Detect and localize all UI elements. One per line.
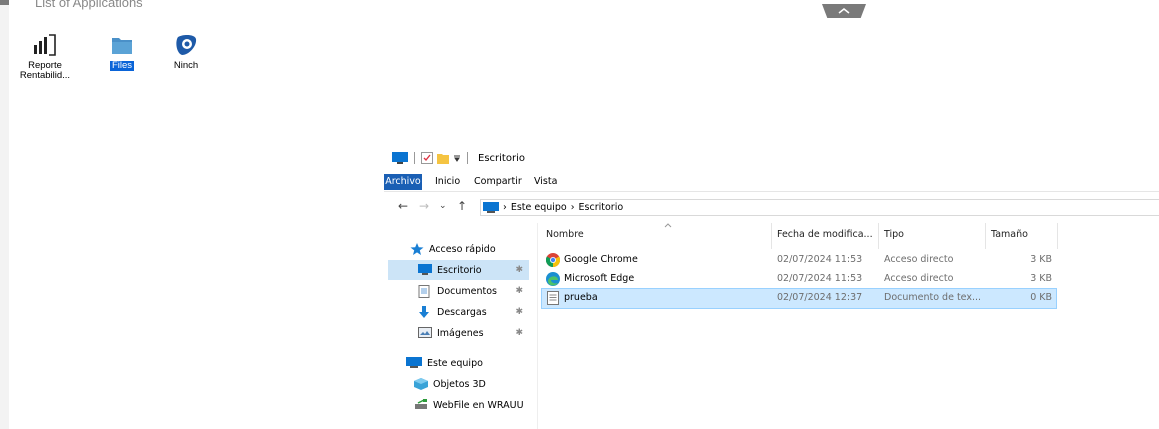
file-row-google-chrome[interactable]: Google Chrome 02/07/2024 11:53 Acceso di… xyxy=(542,251,1056,270)
column-divider[interactable] xyxy=(878,223,879,249)
pin-icon[interactable]: ✱ xyxy=(515,265,523,275)
app-label: Reporte Rentabilid... xyxy=(19,60,71,81)
tab-compartir[interactable]: Compartir xyxy=(474,174,522,190)
network-drive-icon xyxy=(414,399,428,411)
breadcrumb-separator: › xyxy=(570,202,575,213)
documents-icon xyxy=(418,285,432,298)
quick-access-toolbar: Escritorio xyxy=(392,151,525,165)
star-icon xyxy=(410,243,424,255)
tab-archivo[interactable]: Archivo xyxy=(384,174,422,190)
breadcrumb-escritorio[interactable]: Escritorio xyxy=(579,202,624,213)
ninch-icon xyxy=(176,34,197,55)
file-row-microsoft-edge[interactable]: Microsoft Edge 02/07/2024 11:53 Acceso d… xyxy=(542,270,1056,289)
column-divider[interactable] xyxy=(1057,223,1058,249)
file-row-prueba[interactable]: prueba 02/07/2024 12:37 Documento de tex… xyxy=(541,288,1057,309)
file-size: 3 KB xyxy=(1030,273,1052,284)
file-name: prueba xyxy=(564,292,598,303)
file-name: Microsoft Edge xyxy=(564,273,635,284)
pictures-icon xyxy=(418,327,432,339)
nav-item-escritorio[interactable]: Escritorio ✱ xyxy=(388,260,529,280)
nav-objects-3d[interactable]: Objetos 3D xyxy=(414,374,554,394)
file-date: 02/07/2024 11:53 xyxy=(777,273,863,284)
file-size: 0 KB xyxy=(1030,292,1052,303)
pin-icon[interactable]: ✱ xyxy=(515,328,523,338)
nav-label: Escritorio xyxy=(437,264,482,276)
nav-item-documentos[interactable]: Documentos ✱ xyxy=(418,281,529,301)
file-size: 3 KB xyxy=(1030,254,1052,265)
file-name: Google Chrome xyxy=(564,254,638,265)
tab-inicio[interactable]: Inicio xyxy=(435,174,460,190)
address-bar-row: ← → ⌄ ↑ › Este equipo › Escritorio xyxy=(384,199,1159,216)
toolbar-divider xyxy=(414,152,415,164)
tab-vista[interactable]: Vista xyxy=(534,174,557,190)
nav-item-descargas[interactable]: Descargas ✱ xyxy=(418,302,529,322)
nav-label: Descargas xyxy=(437,306,487,318)
file-date: 02/07/2024 12:37 xyxy=(777,292,863,303)
collapse-tab[interactable] xyxy=(822,4,866,18)
file-type: Acceso directo xyxy=(884,273,954,284)
desktop-icon xyxy=(392,152,408,164)
chrome-icon xyxy=(546,253,560,267)
edge-icon xyxy=(546,272,560,286)
breadcrumb-separator: › xyxy=(503,202,507,213)
ribbon-tabs: Archivo Inicio Compartir Vista xyxy=(384,174,1159,190)
nav-label: WebFile en WRAUU xyxy=(433,399,524,411)
file-type: Documento de tex... xyxy=(884,292,982,303)
column-header-tipo[interactable]: Tipo xyxy=(884,229,904,240)
pin-icon[interactable]: ✱ xyxy=(515,307,523,317)
downloads-icon xyxy=(418,306,432,318)
forward-arrow-icon[interactable]: → xyxy=(419,199,429,213)
file-type: Acceso directo xyxy=(884,254,954,265)
file-explorer: Escritorio Archivo Inicio Compartir Vist… xyxy=(384,143,1159,429)
text-file-icon xyxy=(547,291,559,305)
address-bar[interactable]: › Este equipo › Escritorio xyxy=(480,199,1159,216)
app-tile-ninch[interactable]: Ninch xyxy=(154,32,218,71)
pin-icon[interactable]: ✱ xyxy=(515,286,523,296)
breadcrumb-este-equipo[interactable]: Este equipo xyxy=(511,202,567,213)
power-bi-icon xyxy=(34,34,56,56)
back-arrow-icon[interactable]: ← xyxy=(398,199,408,213)
this-pc-icon xyxy=(483,202,499,213)
recent-dropdown-icon[interactable]: ⌄ xyxy=(439,201,447,211)
nav-label: Este equipo xyxy=(427,357,483,369)
desktop-icon xyxy=(418,264,432,276)
app-label: Files xyxy=(109,60,135,71)
new-folder-icon[interactable] xyxy=(437,152,449,164)
nav-this-pc[interactable]: Este equipo xyxy=(406,353,546,373)
ribbon-divider xyxy=(384,191,1159,192)
app-tile-files[interactable]: Files xyxy=(90,32,154,71)
chevron-up-icon xyxy=(838,8,850,14)
window-title: Escritorio xyxy=(478,152,525,164)
toolbar-divider xyxy=(467,152,468,164)
up-arrow-icon[interactable]: ↑ xyxy=(457,199,467,213)
nav-label: Objetos 3D xyxy=(433,378,486,390)
nav-item-imagenes[interactable]: Imágenes ✱ xyxy=(418,323,529,343)
column-header-tamano[interactable]: Tamaño xyxy=(991,229,1028,240)
column-divider[interactable] xyxy=(985,223,986,249)
nav-label: Documentos xyxy=(437,285,497,297)
column-header-nombre[interactable]: Nombre xyxy=(546,229,584,240)
customize-dropdown-icon[interactable] xyxy=(453,154,461,162)
nav-label: Acceso rápido xyxy=(429,243,496,255)
folder-icon xyxy=(112,38,132,54)
nav-quick-access[interactable]: Acceso rápido xyxy=(410,239,550,259)
nav-label: Imágenes xyxy=(437,327,484,339)
sort-ascending-icon xyxy=(664,223,672,228)
app-tile-reporte[interactable]: Reporte Rentabilid... xyxy=(13,32,77,81)
column-divider[interactable] xyxy=(771,223,772,249)
column-header-fecha[interactable]: Fecha de modifica... xyxy=(777,229,873,240)
app-label: Ninch xyxy=(173,60,199,71)
list-title: List of Applications xyxy=(35,0,143,10)
pane-divider xyxy=(537,223,538,429)
file-date: 02/07/2024 11:53 xyxy=(777,254,863,265)
cube-icon xyxy=(414,378,428,390)
properties-icon[interactable] xyxy=(421,152,433,164)
nav-webfile[interactable]: WebFile en WRAUU xyxy=(414,395,554,415)
this-pc-icon xyxy=(406,357,422,369)
